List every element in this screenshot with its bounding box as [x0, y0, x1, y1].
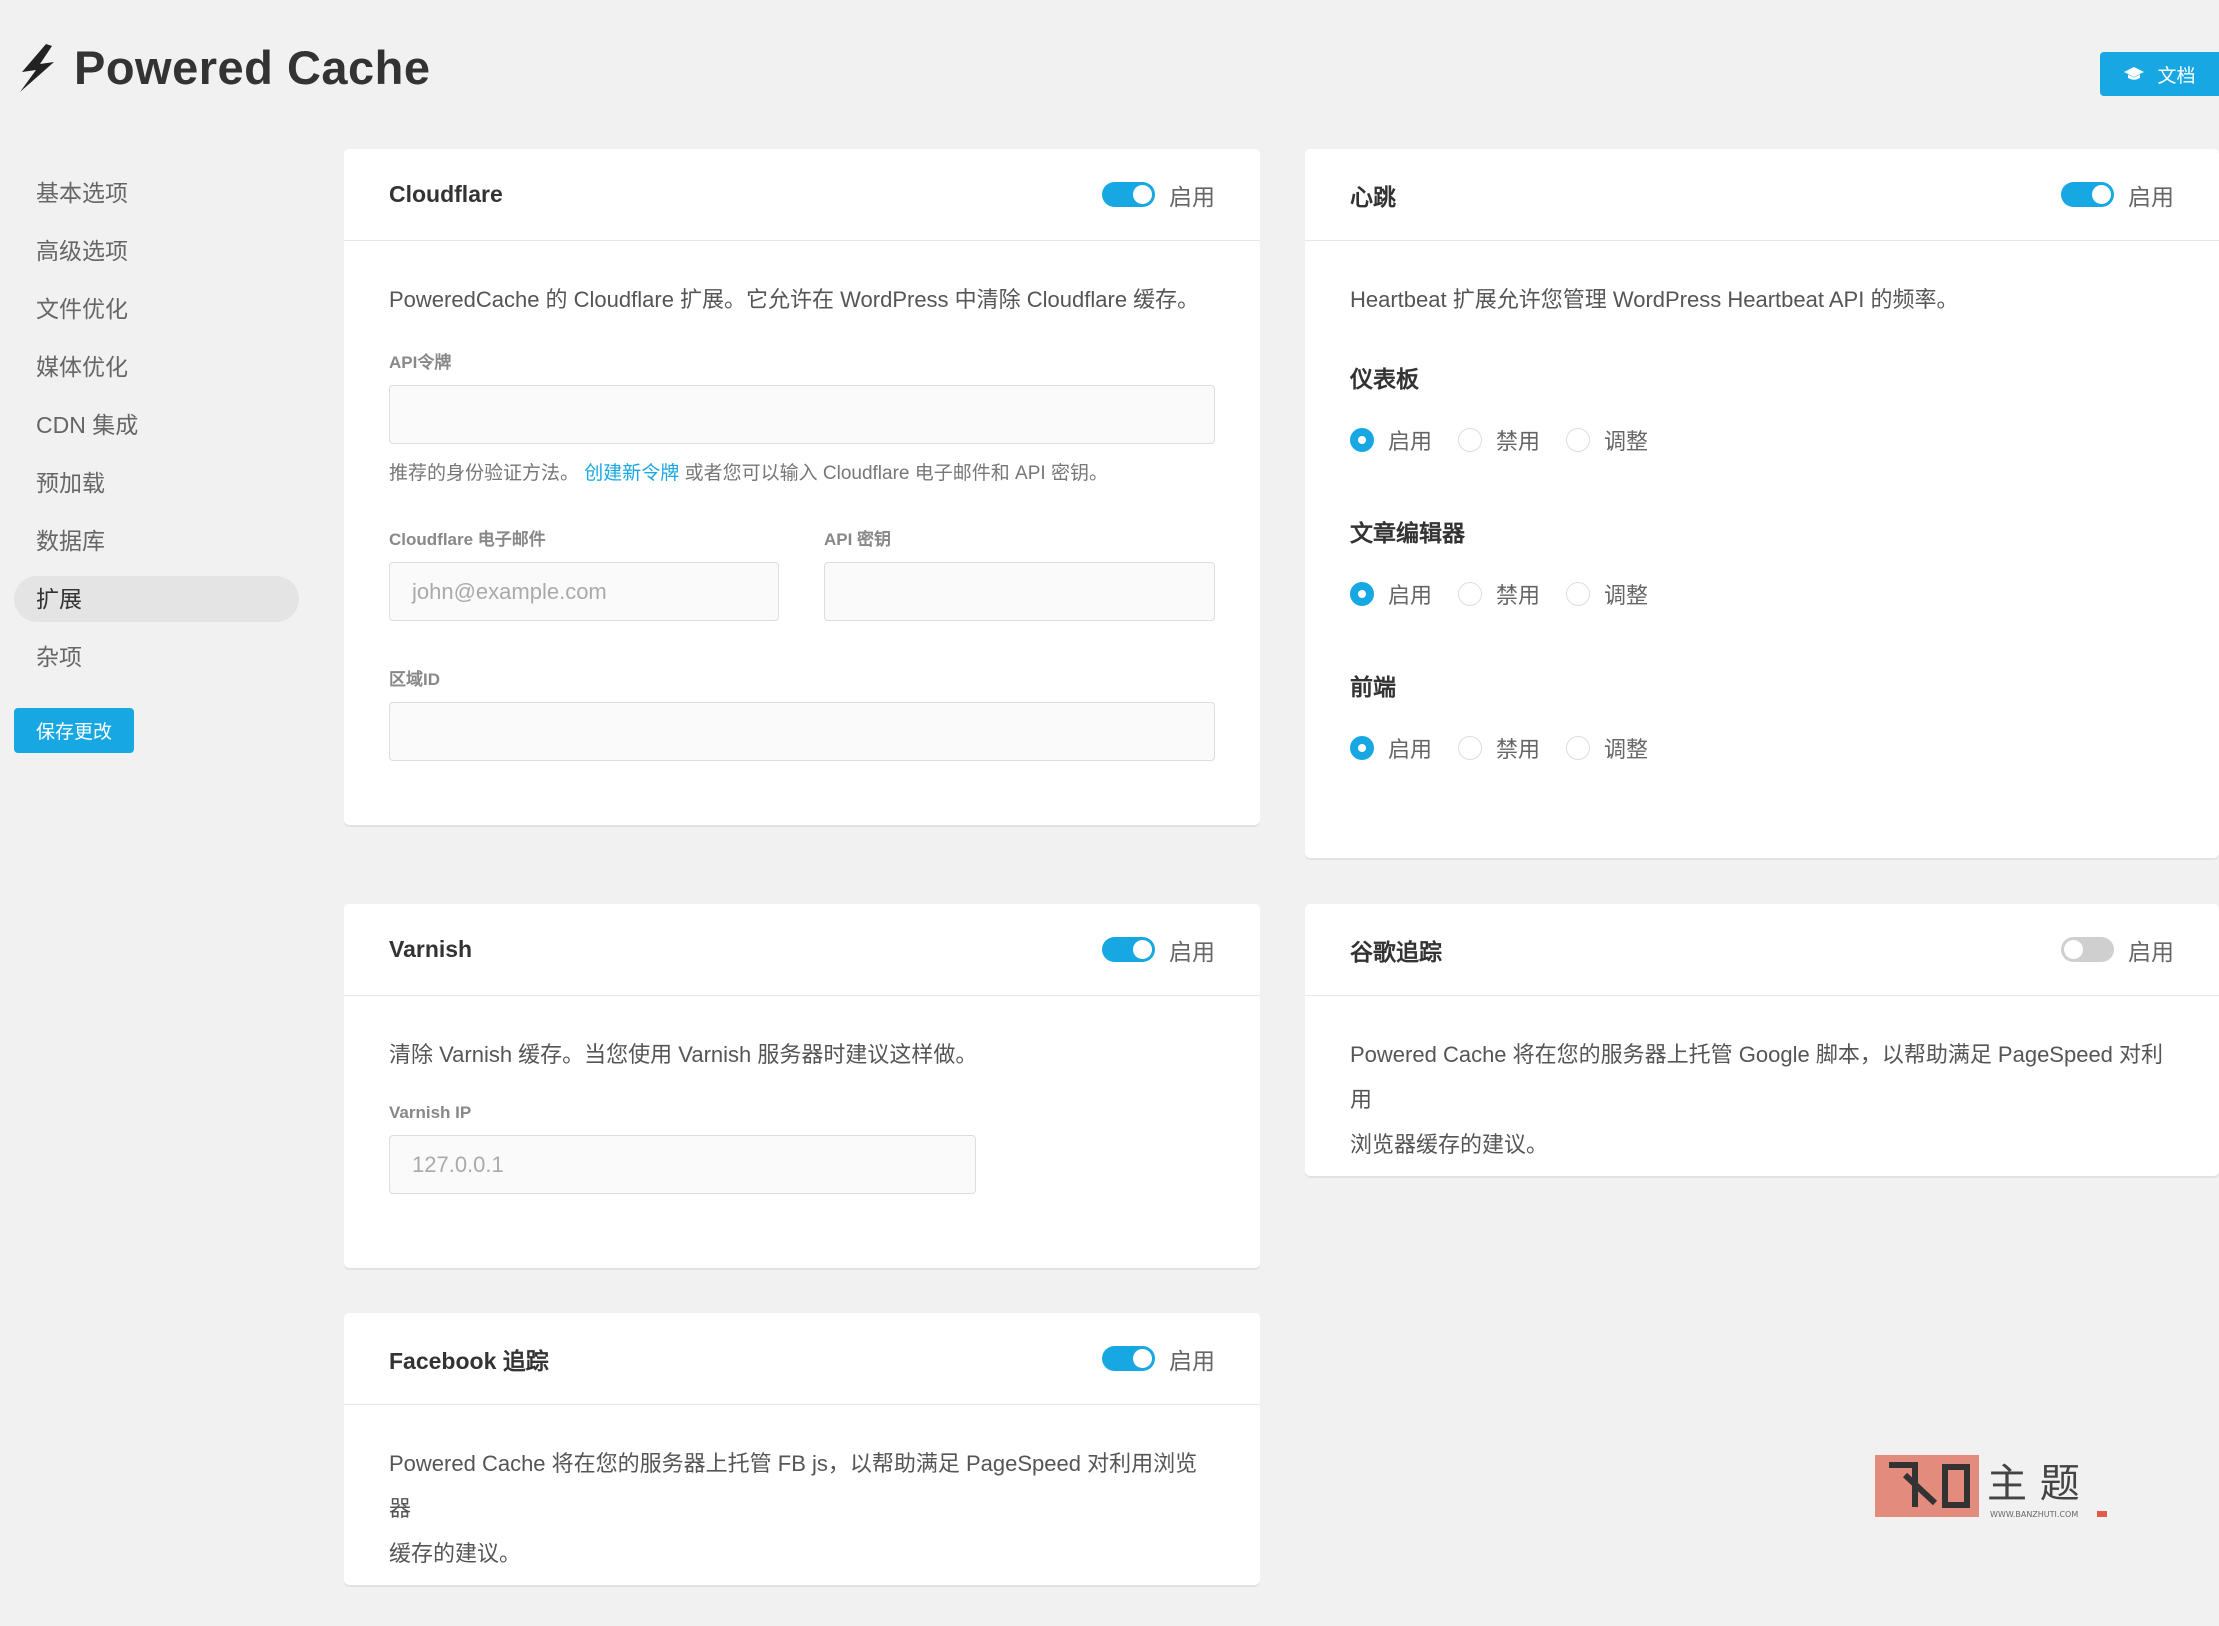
- dashboard-radio-group: 启用 禁用 调整: [1350, 424, 2174, 456]
- post-editor-option-adjust[interactable]: 调整: [1566, 578, 1648, 610]
- heartbeat-description: Heartbeat 扩展允许您管理 WordPress Heartbeat AP…: [1350, 287, 1959, 312]
- google-tracking-title: 谷歌追踪: [1350, 938, 1442, 965]
- heartbeat-toggle[interactable]: [2061, 182, 2114, 207]
- watermark-text: 主 题: [1987, 1461, 2080, 1507]
- zone-id-label: 区域ID: [389, 670, 440, 689]
- option-label: 禁用: [1496, 737, 1541, 762]
- option-label: 调整: [1604, 583, 1649, 608]
- heartbeat-title: 心跳: [1350, 183, 1396, 210]
- frontend-option-adjust[interactable]: 调整: [1566, 732, 1648, 764]
- sidebar-item-basic[interactable]: 基本选项: [14, 170, 299, 216]
- radio-button[interactable]: [1566, 428, 1591, 452]
- sidebar-item-database[interactable]: 数据库: [14, 518, 299, 564]
- radio-button[interactable]: [1350, 582, 1374, 606]
- lightning-icon: [20, 43, 54, 92]
- cloudflare-toggle-label: 启用: [1169, 183, 1215, 210]
- sidebar-item-misc[interactable]: 杂项: [14, 634, 299, 680]
- app-title: Powered Cache: [74, 41, 431, 94]
- radio-button[interactable]: [1458, 736, 1483, 760]
- frontend-option-enable[interactable]: 启用: [1350, 732, 1432, 764]
- graduation-cap-icon: [2124, 67, 2145, 80]
- post-editor-section-title: 文章编辑器: [1350, 520, 1465, 546]
- zone-id-input[interactable]: [389, 702, 1215, 761]
- dashboard-option-adjust[interactable]: 调整: [1566, 424, 1648, 456]
- api-key-input[interactable]: [824, 562, 1215, 621]
- dashboard-section-title: 仪表板: [1350, 366, 1419, 392]
- create-token-link[interactable]: 创建新令牌: [584, 463, 679, 484]
- sidebar-item-advanced[interactable]: 高级选项: [14, 228, 299, 274]
- google-tracking-description-line2: 浏览器缓存的建议。: [1350, 1132, 1549, 1157]
- sidebar-item-file-optimization[interactable]: 文件优化: [14, 286, 299, 332]
- radio-button[interactable]: [1566, 582, 1591, 606]
- option-label: 调整: [1604, 737, 1649, 762]
- facebook-tracking-description-line1: Powered Cache 将在您的服务器上托管 FB js，以帮助满足 Pag…: [389, 1451, 1198, 1521]
- option-label: 禁用: [1496, 429, 1541, 454]
- cloudflare-card: Cloudflare 启用 PoweredCache 的 Cloudflare …: [344, 149, 1260, 825]
- sidebar-item-preload[interactable]: 预加载: [14, 460, 299, 506]
- api-token-help: 推荐的身份验证方法。 创建新令牌 或者您可以输入 Cloudflare 电子邮件…: [389, 458, 1215, 485]
- post-editor-option-enable[interactable]: 启用: [1350, 578, 1432, 610]
- cloudflare-description: PoweredCache 的 Cloudflare 扩展。它允许在 WordPr…: [389, 287, 1200, 312]
- dashboard-option-enable[interactable]: 启用: [1350, 424, 1432, 456]
- api-token-input[interactable]: [389, 385, 1215, 444]
- watermark-seal-icon: 主 题 WWW.BANZHUTI.COM: [1875, 1455, 2107, 1519]
- option-label: 调整: [1604, 429, 1649, 454]
- google-tracking-description-line1: Powered Cache 将在您的服务器上托管 Google 脚本，以帮助满足…: [1350, 1042, 2164, 1112]
- help-suffix: 或者您可以输入 Cloudflare 电子邮件和 API 密钥。: [684, 463, 1108, 484]
- google-tracking-card: 谷歌追踪 启用 Powered Cache 将在您的服务器上托管 Google …: [1305, 904, 2219, 1176]
- post-editor-radio-group: 启用 禁用 调整: [1350, 578, 2174, 610]
- sidebar-item-extensions[interactable]: 扩展: [14, 576, 299, 622]
- varnish-toggle[interactable]: [1102, 937, 1155, 962]
- varnish-ip-input[interactable]: 127.0.0.1: [389, 1135, 976, 1194]
- facebook-tracking-description-line2: 缓存的建议。: [389, 1541, 522, 1566]
- radio-button[interactable]: [1350, 736, 1374, 760]
- google-tracking-toggle-label: 启用: [2128, 938, 2174, 965]
- varnish-title: Varnish: [389, 936, 473, 962]
- help-prefix: 推荐的身份验证方法。: [389, 463, 580, 484]
- email-label: Cloudflare 电子邮件: [389, 530, 546, 549]
- dashboard-option-disable[interactable]: 禁用: [1458, 424, 1540, 456]
- api-key-label: API 密钥: [824, 530, 892, 549]
- sidebar-nav: 基本选项 高级选项 文件优化 媒体优化 CDN 集成 预加载 数据库 扩展 杂项…: [14, 170, 299, 753]
- radio-button[interactable]: [1458, 582, 1483, 606]
- api-token-label: API令牌: [389, 353, 452, 372]
- radio-button[interactable]: [1458, 428, 1483, 452]
- post-editor-option-disable[interactable]: 禁用: [1458, 578, 1540, 610]
- option-label: 禁用: [1496, 583, 1541, 608]
- radio-button[interactable]: [1566, 736, 1591, 760]
- facebook-tracking-title: Facebook 追踪: [389, 1347, 549, 1374]
- facebook-tracking-toggle[interactable]: [1102, 1346, 1155, 1371]
- email-field[interactable]: john@example.com: [389, 562, 779, 621]
- varnish-ip-label: Varnish IP: [389, 1103, 472, 1122]
- frontend-radio-group: 启用 禁用 调整: [1350, 732, 2174, 764]
- sidebar-item-media-optimization[interactable]: 媒体优化: [14, 344, 299, 390]
- facebook-tracking-card: Facebook 追踪 启用 Powered Cache 将在您的服务器上托管 …: [344, 1313, 1260, 1585]
- heartbeat-card: 心跳 启用 Heartbeat 扩展允许您管理 WordPress Heartb…: [1305, 149, 2219, 858]
- option-label: 启用: [1388, 583, 1433, 608]
- docs-button-label: 文档: [2157, 65, 2196, 87]
- sidebar-item-cdn[interactable]: CDN 集成: [14, 402, 299, 448]
- option-label: 启用: [1388, 429, 1433, 454]
- varnish-toggle-label: 启用: [1169, 938, 1215, 965]
- heartbeat-toggle-label: 启用: [2128, 183, 2174, 210]
- option-label: 启用: [1388, 737, 1433, 762]
- radio-button[interactable]: [1350, 428, 1374, 452]
- save-changes-button[interactable]: 保存更改: [14, 708, 134, 753]
- facebook-tracking-toggle-label: 启用: [1169, 1347, 1215, 1374]
- google-tracking-toggle[interactable]: [2061, 937, 2114, 962]
- watermark-url: WWW.BANZHUTI.COM: [1990, 1510, 2078, 1519]
- frontend-option-disable[interactable]: 禁用: [1458, 732, 1540, 764]
- cloudflare-toggle[interactable]: [1102, 182, 1155, 207]
- cloudflare-title: Cloudflare: [389, 181, 503, 207]
- varnish-description: 清除 Varnish 缓存。当您使用 Varnish 服务器时建议这样做。: [389, 1042, 978, 1067]
- varnish-card: Varnish 启用 清除 Varnish 缓存。当您使用 Varnish 服务…: [344, 904, 1260, 1268]
- app-header: Powered Cache: [16, 40, 431, 95]
- docs-button[interactable]: 文档: [2100, 52, 2219, 96]
- watermark-logo: 主 题 WWW.BANZHUTI.COM: [1875, 1453, 2109, 1530]
- frontend-section-title: 前端: [1350, 674, 1396, 700]
